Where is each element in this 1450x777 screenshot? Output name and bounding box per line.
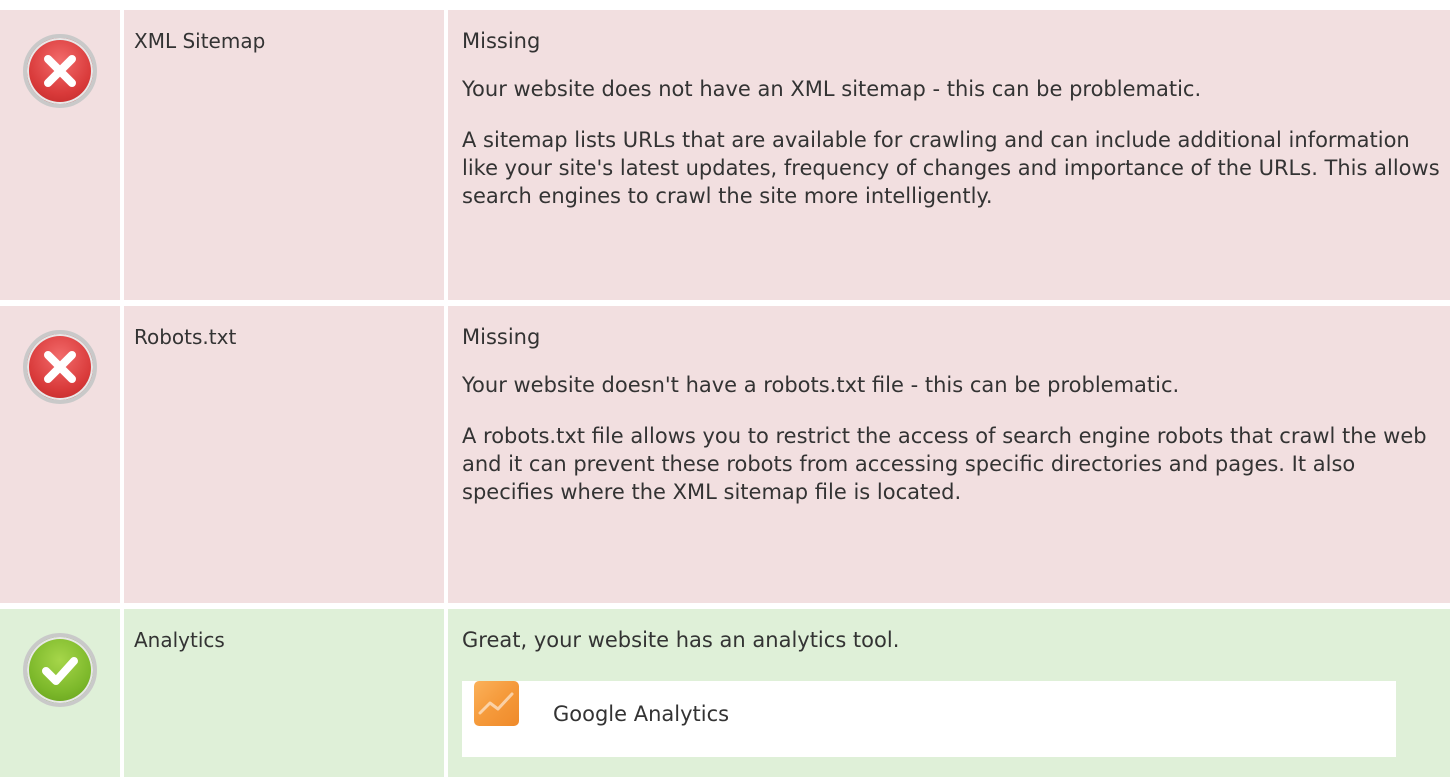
status-cell	[0, 609, 120, 777]
seo-report: XML Sitemap Missing Your website does no…	[0, 0, 1450, 777]
check-result: Missing	[462, 29, 541, 53]
success-check-icon	[23, 633, 97, 707]
check-label-cell: XML Sitemap	[124, 10, 444, 300]
check-label-cell: Robots.txt	[124, 306, 444, 603]
check-detail-cell: Missing Your website does not have an XM…	[448, 10, 1450, 300]
check-paragraph: A sitemap lists URLs that are available …	[462, 128, 1440, 208]
check-label-cell: Analytics	[124, 609, 444, 777]
analytics-tool-card: Google Analytics	[462, 681, 1396, 757]
check-detail-cell: Missing Your website doesn't have a robo…	[448, 306, 1450, 603]
google-analytics-logo-icon	[474, 681, 519, 726]
check-label: XML Sitemap	[134, 29, 266, 53]
check-detail-cell: Great, your website has an analytics too…	[448, 609, 1450, 777]
check-row-xml-sitemap: XML Sitemap Missing Your website does no…	[0, 10, 1450, 300]
status-cell	[0, 10, 120, 300]
check-label: Robots.txt	[134, 325, 237, 349]
error-x-icon	[23, 330, 97, 404]
check-paragraph: Your website does not have an XML sitema…	[462, 77, 1202, 101]
error-x-icon	[23, 34, 97, 108]
status-cell	[0, 306, 120, 603]
check-result: Missing	[462, 325, 541, 349]
analytics-tool-name: Google Analytics	[553, 702, 730, 726]
check-result: Great, your website has an analytics too…	[462, 628, 900, 652]
check-row-robots-txt: Robots.txt Missing Your website doesn't …	[0, 306, 1450, 603]
check-row-analytics: Analytics Great, your website has an ana…	[0, 609, 1450, 777]
check-paragraph: A robots.txt file allows you to restrict…	[462, 424, 1427, 504]
check-label: Analytics	[134, 628, 225, 652]
check-paragraph: Your website doesn't have a robots.txt f…	[462, 373, 1180, 397]
